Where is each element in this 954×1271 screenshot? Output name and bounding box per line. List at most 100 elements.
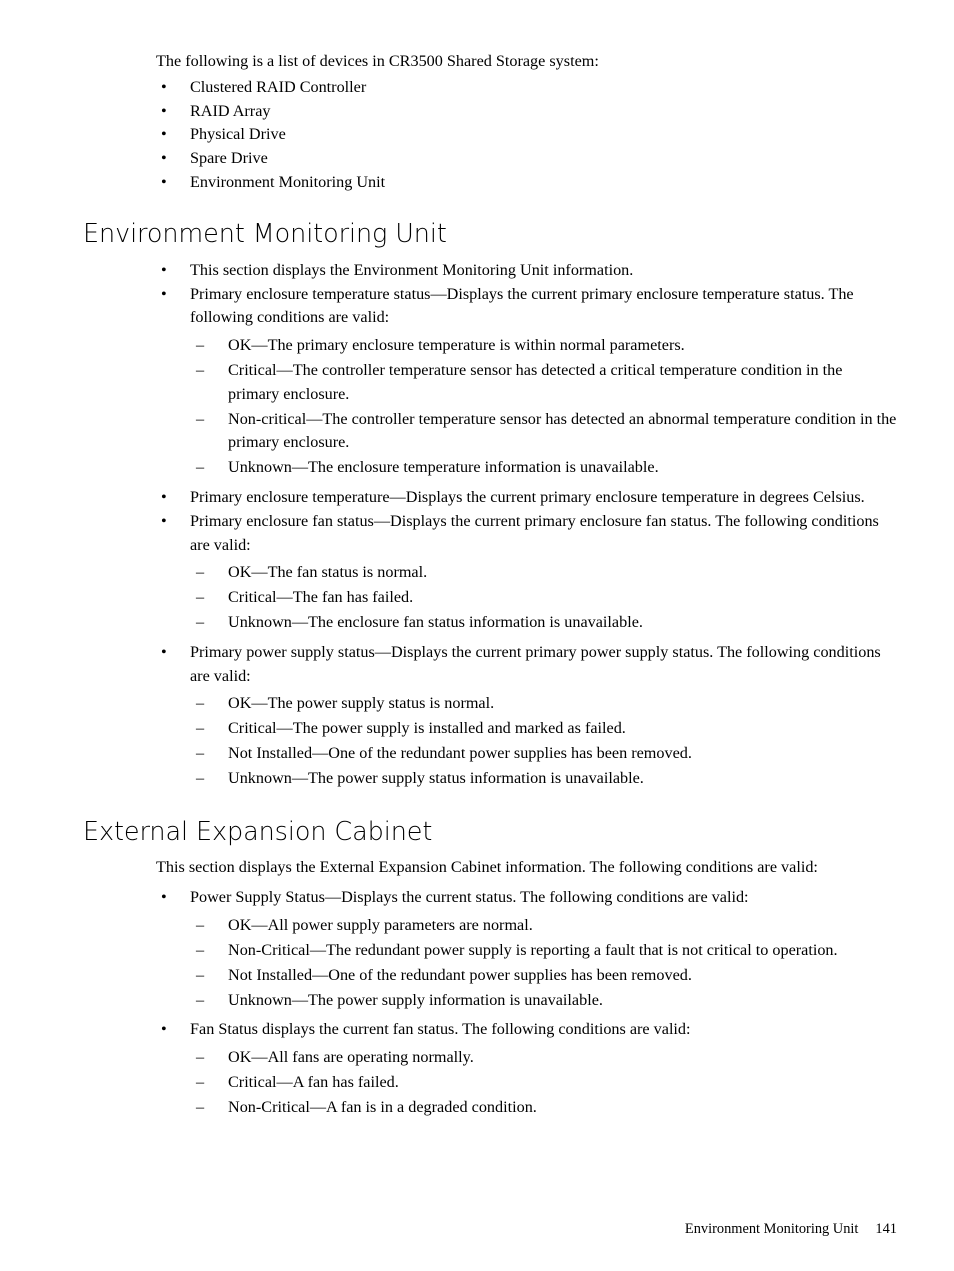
dash-icon: – <box>196 719 205 738</box>
dash-icon: – <box>196 563 205 582</box>
list-item-label: Primary enclosure fan status—Displays th… <box>190 511 879 554</box>
list-item-label: RAID Array <box>190 101 271 120</box>
list-item: • Spare Drive <box>161 147 897 171</box>
condition-label: Non-Critical—A fan is in a degraded cond… <box>228 1097 537 1116</box>
page-title: External Expansion Cabinet <box>83 816 433 847</box>
device-list: • Clustered RAID Controller • RAID Array… <box>83 76 897 195</box>
section-heading-environment-monitoring-unit: Environment Monitoring Unit <box>83 219 897 249</box>
dash-icon: – <box>196 458 205 477</box>
condition-label: Critical—The power supply is installed a… <box>228 719 626 738</box>
intro-paragraph: The following is a list of devices in CR… <box>156 52 599 70</box>
condition-item: – OK—The fan status is normal. <box>196 561 897 585</box>
condition-item: – Unknown—The power supply information i… <box>196 989 897 1013</box>
bullet-icon: • <box>161 888 167 907</box>
list-item: • Primary enclosure temperature—Displays… <box>161 486 897 510</box>
dash-icon: – <box>196 743 205 762</box>
list-item: • Primary enclosure temperature status—D… <box>161 283 897 480</box>
condition-label: Critical—The controller temperature sens… <box>228 360 843 403</box>
condition-list: – OK—The primary enclosure temperature i… <box>190 334 897 480</box>
condition-item: – Critical—The power supply is installed… <box>196 717 897 741</box>
list-item: • Environment Monitoring Unit <box>161 171 897 195</box>
dash-icon: – <box>196 360 205 379</box>
list-item-label: Power Supply Status—Displays the current… <box>190 888 749 907</box>
condition-item: – OK—All power supply parameters are nor… <box>196 914 897 938</box>
list-item-label: Physical Drive <box>190 125 286 144</box>
condition-item: – Unknown—The enclosure temperature info… <box>196 456 897 480</box>
condition-label: Non-Critical—The redundant power supply … <box>228 940 838 959</box>
dash-icon: – <box>196 694 205 713</box>
dash-icon: – <box>196 336 205 355</box>
condition-label: Unknown—The enclosure temperature inform… <box>228 458 659 477</box>
bullet-icon: • <box>161 487 167 506</box>
bullet-icon: • <box>161 1020 167 1039</box>
list-item-label: Fan Status displays the current fan stat… <box>190 1020 691 1039</box>
condition-label: Critical—The fan has failed. <box>228 588 414 607</box>
condition-label: OK—The fan status is normal. <box>228 563 428 582</box>
dash-icon: – <box>196 1048 205 1067</box>
condition-label: OK—All fans are operating normally. <box>228 1048 474 1067</box>
condition-label: Not Installed—One of the redundant power… <box>228 743 692 762</box>
list-item-label: Environment Monitoring Unit <box>190 172 386 191</box>
condition-item: – Critical—A fan has failed. <box>196 1071 897 1095</box>
condition-item: – Not Installed—One of the redundant pow… <box>196 964 897 988</box>
bullet-icon: • <box>161 642 167 661</box>
condition-label: Non-critical—The controller temperature … <box>228 409 897 452</box>
dash-icon: – <box>196 965 205 984</box>
page-footer: Environment Monitoring Unit 141 <box>83 1220 897 1238</box>
condition-item: – Critical—The controller temperature se… <box>196 359 897 407</box>
list-item: • RAID Array <box>161 100 897 124</box>
document-page: The following is a list of devices in CR… <box>0 0 954 1271</box>
list-item: • This section displays the Environment … <box>161 259 897 283</box>
list-item-label: Clustered RAID Controller <box>190 77 367 96</box>
page-title: Environment Monitoring Unit <box>83 218 447 249</box>
condition-label: OK—All power supply parameters are norma… <box>228 916 533 935</box>
condition-label: OK—The power supply status is normal. <box>228 694 495 713</box>
bullet-icon: • <box>161 149 167 168</box>
page-content: The following is a list of devices in CR… <box>83 50 897 1125</box>
condition-item: – Non-critical—The controller temperatur… <box>196 408 897 456</box>
footer-section-title: Environment Monitoring Unit <box>684 1221 859 1237</box>
condition-item: – Unknown—The enclosure fan status infor… <box>196 611 897 635</box>
list-item: • Primary power supply status—Displays t… <box>161 641 897 791</box>
list-item-label: Primary power supply status—Displays the… <box>190 642 881 685</box>
dash-icon: – <box>196 612 205 631</box>
bullet-icon: • <box>161 125 167 144</box>
list-item-label: This section displays the Environment Mo… <box>190 260 634 279</box>
dash-icon: – <box>196 940 205 959</box>
dash-icon: – <box>196 588 205 607</box>
condition-item: – OK—All fans are operating normally. <box>196 1046 897 1070</box>
footer-page-number: 141 <box>875 1221 897 1237</box>
section-heading-external-expansion-cabinet: External Expansion Cabinet <box>83 817 897 847</box>
condition-label: OK—The primary enclosure temperature is … <box>228 336 685 355</box>
condition-list: – OK—All fans are operating normally. – … <box>190 1046 897 1119</box>
dash-icon: – <box>196 1097 205 1116</box>
list-item: • Physical Drive <box>161 123 897 147</box>
bullet-icon: • <box>161 172 167 191</box>
bullet-icon: • <box>161 260 167 279</box>
condition-item: – Not Installed—One of the redundant pow… <box>196 742 897 766</box>
dash-icon: – <box>196 990 205 1009</box>
condition-item: – Non-Critical—The redundant power suppl… <box>196 939 897 963</box>
condition-label: Critical—A fan has failed. <box>228 1072 399 1091</box>
condition-item: – OK—The power supply status is normal. <box>196 692 897 716</box>
condition-item: – Critical—The fan has failed. <box>196 586 897 610</box>
eec-bullet-list: • Power Supply Status—Displays the curre… <box>83 886 897 1119</box>
list-item-label: Primary enclosure temperature—Displays t… <box>190 487 865 506</box>
section-intro-paragraph: This section displays the External Expan… <box>156 857 818 876</box>
condition-list: – OK—The power supply status is normal. … <box>190 692 897 790</box>
bullet-icon: • <box>161 101 167 120</box>
bullet-icon: • <box>161 511 167 530</box>
list-item: • Fan Status displays the current fan st… <box>161 1018 897 1119</box>
list-item: • Power Supply Status—Displays the curre… <box>161 886 897 1012</box>
dash-icon: – <box>196 1072 205 1091</box>
condition-item: – Non-Critical—A fan is in a degraded co… <box>196 1096 897 1120</box>
list-item: • Primary enclosure fan status—Displays … <box>161 510 897 635</box>
dash-icon: – <box>196 768 205 787</box>
condition-label: Unknown—The power supply information is … <box>228 990 603 1009</box>
bullet-icon: • <box>161 77 167 96</box>
condition-label: Unknown—The power supply status informat… <box>228 768 644 787</box>
condition-list: – OK—All power supply parameters are nor… <box>190 914 897 1012</box>
condition-label: Unknown—The enclosure fan status informa… <box>228 612 643 631</box>
list-item: • Clustered RAID Controller <box>161 76 897 100</box>
list-item-label: Primary enclosure temperature status—Dis… <box>190 284 854 327</box>
